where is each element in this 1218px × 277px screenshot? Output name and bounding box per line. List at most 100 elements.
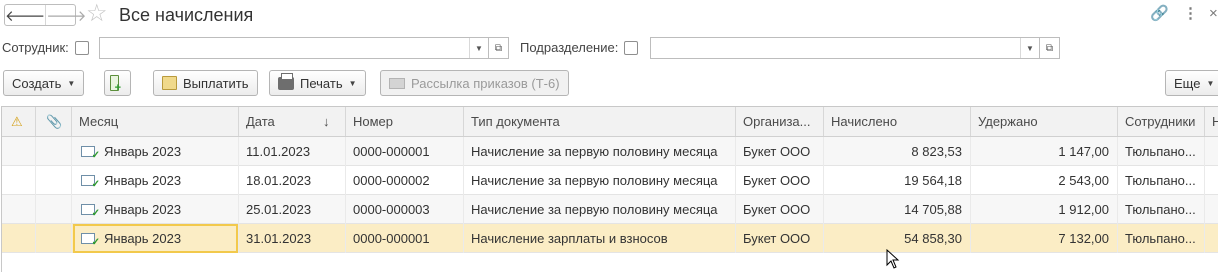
month-value: Январь 2023	[104, 173, 182, 188]
department-filter-field[interactable]	[651, 38, 1021, 58]
number-cell: 0000-000002	[346, 166, 464, 195]
accrued-cell: 19 564,18	[824, 166, 971, 195]
date-cell: 11.01.2023	[239, 137, 346, 166]
open-employee-icon[interactable]: ⧉	[489, 37, 509, 59]
date-cell: 31.01.2023	[239, 224, 346, 253]
warning-cell	[2, 137, 36, 166]
add-document-button[interactable]	[104, 70, 131, 96]
number-cell: 0000-000003	[346, 195, 464, 224]
organization-cell: Букет ООО	[736, 166, 824, 195]
chevron-down-icon: ▼	[348, 78, 357, 88]
employee-filter-input[interactable]: ▼	[99, 37, 489, 59]
warning-icon[interactable]: ⚠	[2, 107, 36, 136]
employees-cell: Тюльпано...	[1118, 195, 1205, 224]
employee-filter-checkbox[interactable]	[75, 41, 89, 55]
print-button-label: Печать	[300, 75, 343, 91]
department-filter-checkbox[interactable]	[624, 41, 638, 55]
sort-descending-icon: ↓	[323, 114, 330, 129]
posted-document-icon	[81, 146, 100, 161]
withheld-cell: 1 912,00	[971, 195, 1118, 224]
chevron-down-icon: ▼	[1206, 78, 1215, 88]
column-header-accrued[interactable]: Начислено	[824, 107, 971, 136]
close-icon[interactable]: ×	[1209, 4, 1218, 24]
withheld-cell: 2 543,00	[971, 166, 1118, 195]
month-value: Январь 2023	[104, 144, 182, 159]
payment-icon	[162, 76, 177, 90]
back-arrow-icon[interactable]: 🡐	[5, 5, 45, 25]
document-type-cell: Начисление за первую половину месяца	[464, 137, 736, 166]
link-icon[interactable]: 🔗	[1150, 4, 1169, 24]
month-cell: Январь 2023	[72, 195, 239, 224]
mouse-cursor-icon	[886, 249, 900, 269]
employees-cell: Тюльпано...	[1118, 137, 1205, 166]
organization-cell: Букет ООО	[736, 195, 824, 224]
employee-filter-label: Сотрудник:	[2, 40, 69, 55]
number-cell: 0000-000001	[346, 137, 464, 166]
attachment-cell	[36, 137, 72, 166]
add-document-icon	[110, 75, 121, 94]
department-filter-input[interactable]: ▼	[650, 37, 1040, 59]
withheld-cell: 7 132,00	[971, 224, 1118, 253]
document-type-cell: Начисление за первую половину месяца	[464, 195, 736, 224]
department-filter-label: Подразделение:	[520, 40, 619, 55]
chevron-down-icon: ▼	[67, 78, 76, 88]
print-button[interactable]: Печать ▼	[269, 70, 366, 96]
column-header-number[interactable]: Номер	[346, 107, 464, 136]
column-header-organization[interactable]: Организа...	[736, 107, 824, 136]
column-header-date[interactable]: Дата ↓	[239, 107, 346, 136]
date-cell: 18.01.2023	[239, 166, 346, 195]
table-row[interactable]: Январь 2023 18.01.2023 0000-000002 Начис…	[2, 166, 1218, 195]
chevron-down-icon[interactable]: ▼	[470, 38, 488, 58]
column-header-withheld[interactable]: Удержано	[971, 107, 1118, 136]
month-cell: Январь 2023	[72, 137, 239, 166]
warning-cell	[2, 224, 36, 253]
document-type-cell: Начисление за первую половину месяца	[464, 166, 736, 195]
pay-button[interactable]: Выплатить	[153, 70, 258, 96]
current-cell-highlight	[73, 224, 238, 253]
column-header-employees[interactable]: Сотрудники	[1118, 107, 1205, 136]
table-row-selected[interactable]: Январь 2023 31.01.2023 0000-000001 Начис…	[2, 224, 1218, 253]
column-header-truncated[interactable]: Н	[1205, 107, 1218, 136]
page-title: Все начисления	[119, 5, 254, 25]
date-cell: 25.01.2023	[239, 195, 346, 224]
title-bar: 🡐 🡒 ☆ Все начисления 🔗 ⋮ ×	[0, 0, 1218, 32]
posted-document-icon	[81, 175, 100, 190]
month-value: Январь 2023	[104, 202, 182, 217]
create-button-label: Создать	[12, 75, 62, 91]
pay-button-label: Выплатить	[183, 75, 249, 91]
column-header-month[interactable]: Месяц	[72, 107, 239, 136]
employees-cell: Тюльпано...	[1118, 166, 1205, 195]
organization-cell: Букет ООО	[736, 137, 824, 166]
open-department-icon[interactable]: ⧉	[1040, 37, 1060, 59]
month-cell: Январь 2023	[72, 166, 239, 195]
withheld-cell: 1 147,00	[971, 137, 1118, 166]
attachment-cell	[36, 224, 72, 253]
employee-filter-field[interactable]	[100, 38, 470, 58]
more-vertical-icon[interactable]: ⋮	[1183, 4, 1198, 24]
posted-document-icon	[81, 204, 100, 219]
number-cell: 0000-000001	[346, 224, 464, 253]
attachment-cell	[36, 166, 72, 195]
forward-arrow-icon[interactable]: 🡒	[45, 5, 86, 25]
favorite-star-icon[interactable]: ☆	[86, 2, 108, 26]
mailing-orders-label: Рассылка приказов (Т-6)	[411, 75, 560, 91]
printer-icon	[278, 72, 294, 90]
paperclip-icon[interactable]: 📎	[36, 107, 72, 136]
more-button-label: Еще	[1174, 75, 1201, 91]
accrued-cell: 14 705,88	[824, 195, 971, 224]
attachment-cell	[36, 195, 72, 224]
document-type-cell: Начисление зарплаты и взносов	[464, 224, 736, 253]
organization-cell: Букет ООО	[736, 224, 824, 253]
create-button[interactable]: Создать ▼	[3, 70, 85, 96]
column-header-date-label: Дата	[246, 114, 275, 129]
mailing-orders-button[interactable]: Рассылка приказов (Т-6)	[380, 70, 569, 96]
mail-icon	[389, 77, 405, 89]
more-button[interactable]: Еще ▼	[1165, 70, 1218, 96]
table-row[interactable]: Январь 2023 11.01.2023 0000-000001 Начис…	[2, 137, 1218, 166]
accruals-table[interactable]: ⚠ 📎 Месяц Дата ↓ Номер Тип документа Орг…	[1, 106, 1218, 272]
table-row[interactable]: Январь 2023 25.01.2023 0000-000003 Начис…	[2, 195, 1218, 224]
chevron-down-icon[interactable]: ▼	[1021, 38, 1039, 58]
column-header-document-type[interactable]: Тип документа	[464, 107, 736, 136]
warning-cell	[2, 166, 36, 195]
navigation-buttons: 🡐 🡒	[4, 4, 86, 26]
